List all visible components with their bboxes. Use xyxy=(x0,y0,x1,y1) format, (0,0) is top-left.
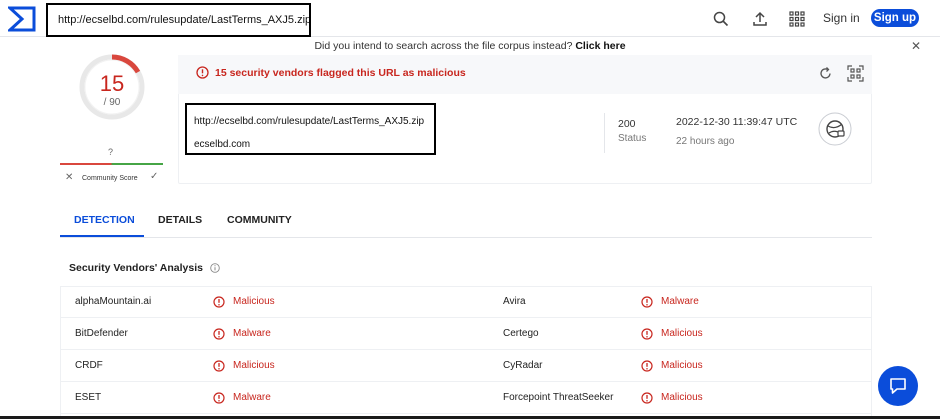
vendor-result: Malicious xyxy=(233,360,275,371)
vendor-result: Malware xyxy=(233,392,271,403)
alert-icon xyxy=(213,327,225,340)
search-box[interactable] xyxy=(46,3,311,37)
click-here-link[interactable]: Click here xyxy=(575,40,625,52)
vote-harmless-icon[interactable]: ✓ xyxy=(150,171,158,182)
vendor-name: Certego xyxy=(503,328,539,339)
scanned-url[interactable]: http://ecselbd.com/rulesupdate/LastTerms… xyxy=(194,116,424,127)
close-icon[interactable]: ✕ xyxy=(911,39,921,53)
upload-icon[interactable] xyxy=(751,10,769,28)
vendor-row: ESET Malware Forcepoint ThreatSeeker Malici… xyxy=(60,382,872,414)
tab-community[interactable]: COMMUNITY xyxy=(227,214,292,226)
alert-icon xyxy=(641,391,653,404)
detections-count: 15 xyxy=(99,71,125,96)
top-bar: Sign in Sign up xyxy=(0,0,940,37)
status-label: Status xyxy=(618,133,647,144)
suggestion-text: Did you intend to search across the file… xyxy=(314,40,573,52)
url-globe-icon xyxy=(818,112,852,146)
alert-icon xyxy=(641,295,653,308)
chat-button[interactable] xyxy=(878,366,918,406)
vendors-analysis-title: Security Vendors' Analysis xyxy=(69,262,203,274)
alert-icon xyxy=(196,66,209,79)
vendor-row: CRDF Malicious CyRadar Malicious xyxy=(60,350,872,382)
flag-message: 15 security vendors flagged this URL as … xyxy=(215,67,466,79)
vendor-name: ESET xyxy=(75,392,102,403)
tab-detection[interactable]: DETECTION xyxy=(74,214,135,226)
search-suggestion-banner: Did you intend to search across the file… xyxy=(0,38,940,54)
sign-up-button[interactable]: Sign up xyxy=(871,9,919,27)
community-score-value: ? xyxy=(108,147,114,157)
scan-relative-time: 22 hours ago xyxy=(676,136,735,147)
scanned-domain[interactable]: ecselbd.com xyxy=(194,139,250,150)
alert-icon xyxy=(641,327,653,340)
vendor-result: Malicious xyxy=(233,296,275,307)
status-code: 200 xyxy=(618,118,636,130)
vendor-row: alphaMountain.ai Malicious Avira Malware xyxy=(60,286,872,318)
active-tab-indicator xyxy=(60,235,144,237)
vendor-name: Forcepoint ThreatSeeker xyxy=(503,392,614,403)
vendor-result: Malware xyxy=(233,328,271,339)
sign-in-link[interactable]: Sign in xyxy=(823,11,860,25)
apps-grid-icon[interactable] xyxy=(788,10,806,28)
vendor-result: Malicious xyxy=(661,360,703,371)
divider xyxy=(604,113,605,153)
scan-date: 2022-12-30 11:39:47 UTC xyxy=(676,116,798,128)
alert-icon xyxy=(641,359,653,372)
alert-icon xyxy=(213,359,225,372)
vendor-name: CRDF xyxy=(75,360,103,371)
detections-total: / 90 xyxy=(103,97,121,108)
info-icon[interactable] xyxy=(210,263,220,273)
tab-details[interactable]: DETAILS xyxy=(158,214,202,226)
vendor-name: Avira xyxy=(503,296,526,307)
vendor-name: CyRadar xyxy=(503,360,543,371)
community-score-bar xyxy=(60,163,163,165)
chat-icon xyxy=(890,378,906,394)
alert-icon xyxy=(213,391,225,404)
vendor-name: alphaMountain.ai xyxy=(75,296,152,307)
reload-icon[interactable] xyxy=(818,66,833,81)
vote-harmful-icon[interactable]: ✕ xyxy=(65,172,73,183)
virustotal-logo-icon[interactable] xyxy=(8,6,36,32)
qr-code-icon[interactable] xyxy=(847,65,864,82)
vendor-result: Malicious xyxy=(661,392,703,403)
vendor-name: BitDefender xyxy=(75,328,128,339)
search-input[interactable] xyxy=(48,5,309,35)
vendor-result: Malicious xyxy=(661,328,703,339)
tab-bar: DETECTION DETAILS COMMUNITY xyxy=(60,204,872,238)
vendor-result: Malware xyxy=(661,296,699,307)
vendor-row: BitDefender Malware Certego Malicious xyxy=(60,318,872,350)
search-icon[interactable] xyxy=(712,10,730,28)
alert-icon xyxy=(213,295,225,308)
community-score-label: Community Score xyxy=(82,175,138,182)
